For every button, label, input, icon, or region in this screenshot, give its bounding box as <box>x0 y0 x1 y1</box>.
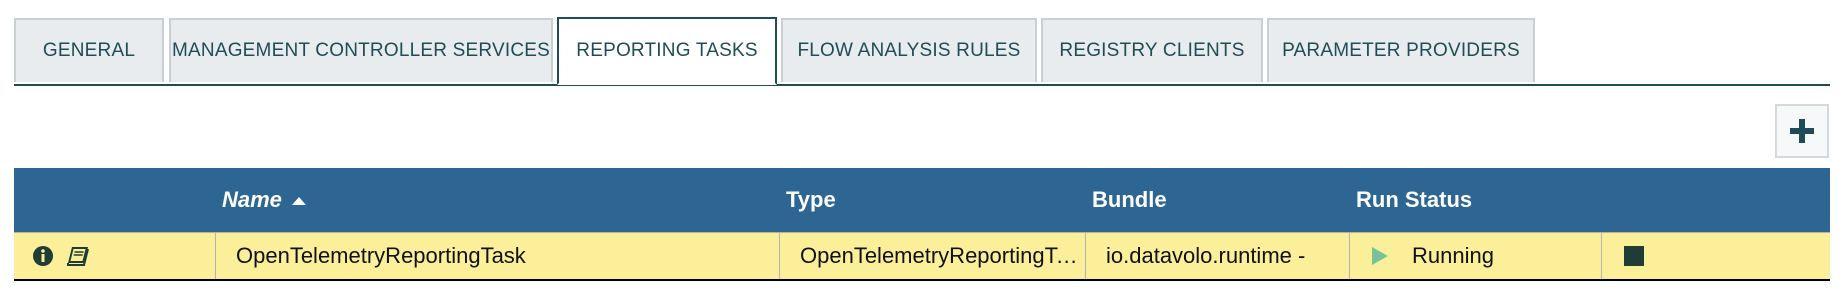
column-divider <box>1349 233 1350 279</box>
column-header-name[interactable]: Name <box>222 168 306 232</box>
cell-run-status: Running <box>1370 233 1600 279</box>
cell-actions <box>1624 233 1684 279</box>
play-icon <box>1372 247 1388 265</box>
tab-label: GENERAL <box>42 40 136 61</box>
table-header: Name Type Bundle Run Status <box>14 168 1830 232</box>
tab-label: FLOW ANALYSIS RULES <box>797 40 1021 61</box>
tab-label: MANAGEMENT CONTROLLER SERVICES <box>172 40 550 61</box>
cell-name: OpenTelemetryReportingTask <box>236 243 526 268</box>
row-actions <box>32 233 112 279</box>
tab-flow-analysis-rules[interactable]: FLOW ANALYSIS RULES <box>781 18 1037 82</box>
column-header-bundle[interactable]: Bundle <box>1092 168 1167 232</box>
tab-reporting-tasks[interactable]: REPORTING TASKS <box>557 17 777 85</box>
column-header-run-status[interactable]: Run Status <box>1356 168 1472 232</box>
cell-type: OpenTelemetryReportingTask <box>800 243 1084 268</box>
tab-label: REGISTRY CLIENTS <box>1059 40 1245 61</box>
stop-icon[interactable] <box>1624 246 1644 266</box>
plus-icon <box>1790 119 1814 143</box>
tab-general[interactable]: GENERAL <box>14 18 164 82</box>
book-icon[interactable] <box>66 245 90 267</box>
tab-registry-clients[interactable]: REGISTRY CLIENTS <box>1041 18 1263 82</box>
column-header-type[interactable]: Type <box>786 168 836 232</box>
run-status-label: Running <box>1412 243 1494 268</box>
column-divider <box>1085 233 1086 279</box>
cell-bundle: io.datavolo.runtime - <box>1106 243 1306 268</box>
settings-tabs: GENERAL MANAGEMENT CONTROLLER SERVICES R… <box>14 17 1830 86</box>
sort-ascending-icon <box>291 197 306 205</box>
tab-label: REPORTING TASKS <box>576 40 758 61</box>
reporting-tasks-table: Name Type Bundle Run Status OpenTelemetr… <box>14 168 1830 281</box>
tab-label: PARAMETER PROVIDERS <box>1282 40 1520 61</box>
settings-panel: GENERAL MANAGEMENT CONTROLLER SERVICES R… <box>0 0 1844 298</box>
column-divider <box>215 233 216 279</box>
add-reporting-task-button[interactable] <box>1775 104 1829 158</box>
tab-parameter-providers[interactable]: PARAMETER PROVIDERS <box>1267 18 1535 82</box>
column-divider <box>1601 233 1602 279</box>
info-icon[interactable] <box>32 245 54 267</box>
tab-management-controller-services[interactable]: MANAGEMENT CONTROLLER SERVICES <box>169 18 553 82</box>
column-divider <box>779 233 780 279</box>
table-row[interactable]: OpenTelemetryReportingTask OpenTelemetry… <box>14 232 1830 281</box>
